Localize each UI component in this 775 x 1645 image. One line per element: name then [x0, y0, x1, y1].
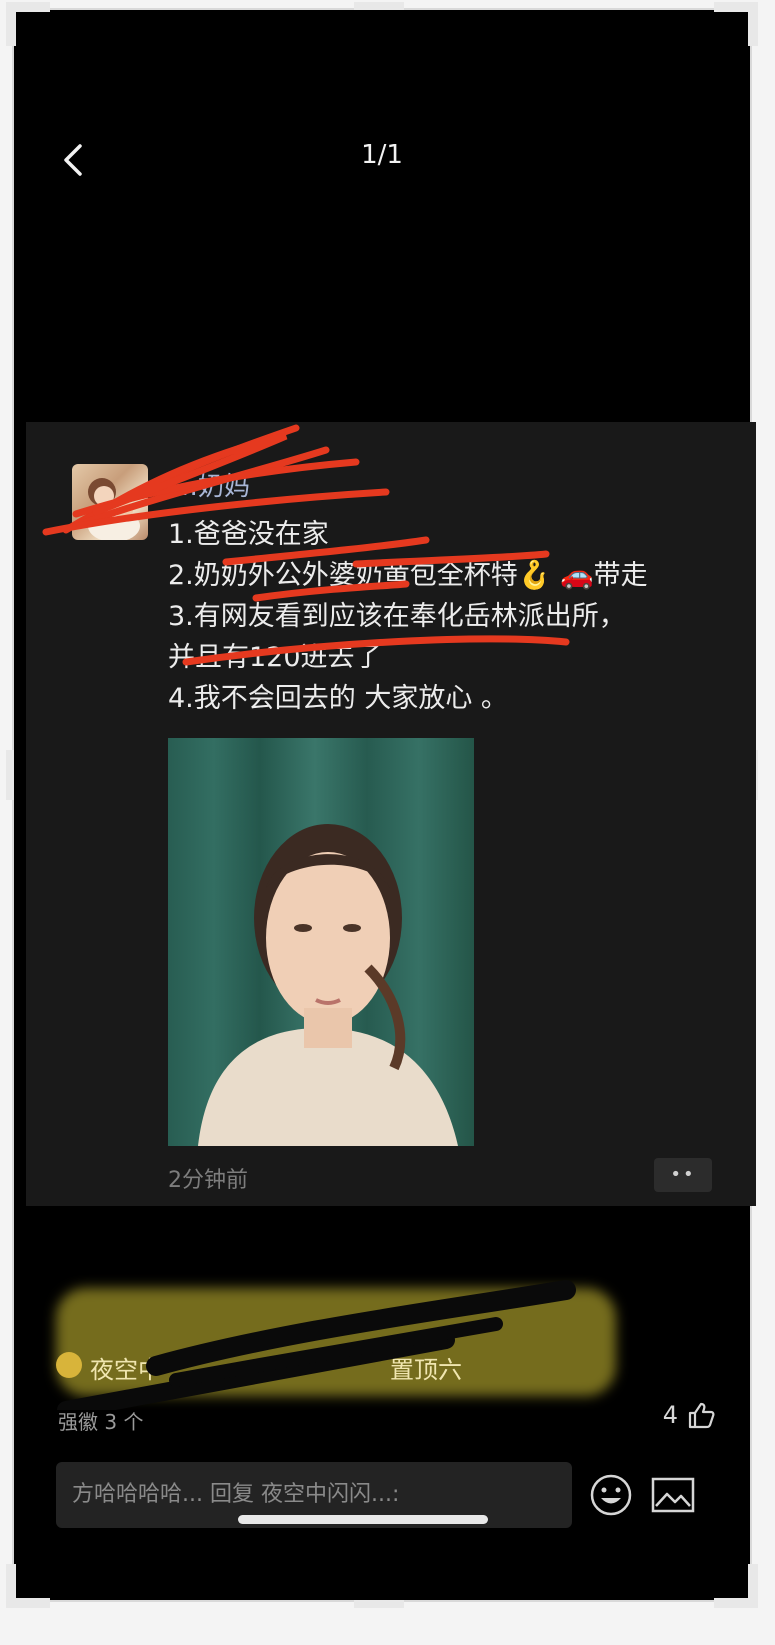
- image-icon: [651, 1477, 695, 1513]
- post-line: 4.我不会回去的 大家放心 。: [168, 683, 508, 714]
- moment-post: …奶妈 1.爸爸没在家 2.奶奶外公外婆奶黄包全杯特🪝 🚗带走 3.有网友看到应…: [26, 422, 756, 1206]
- crop-handle: [354, 2, 404, 10]
- page-counter: 1/1: [361, 140, 403, 170]
- more-actions-button[interactable]: ••: [654, 1158, 712, 1192]
- smiley-icon: [590, 1474, 632, 1516]
- post-body: 1.爸爸没在家 2.奶奶外公外婆奶黄包全杯特🪝 🚗带走 3.有网友看到应该在奉化…: [168, 514, 728, 719]
- viewer-header: 1/1: [14, 10, 750, 310]
- home-indicator[interactable]: [238, 1515, 488, 1524]
- emoji-button[interactable]: [588, 1472, 634, 1518]
- post-line: 1.爸爸没在家: [168, 519, 329, 550]
- post-line: 3.有网友看到应该在奉化岳林派出所，: [168, 601, 626, 632]
- thumbs-up-icon: [688, 1402, 715, 1429]
- screenshot-frame: 1/1 …奶妈 1.爸爸没在家 2.奶奶外公外婆奶黄包全杯特🪝 🚗带走 3.有网…: [6, 2, 758, 1608]
- post-line: 并且有120进去了: [168, 642, 382, 673]
- medal-icon: [56, 1352, 82, 1378]
- like-count: 4: [662, 1401, 678, 1429]
- like-button[interactable]: 4: [663, 1400, 716, 1430]
- crop-handle: [6, 750, 14, 800]
- post-username[interactable]: …奶妈: [172, 466, 250, 503]
- photo-content: [198, 824, 458, 1146]
- avatar-image: [88, 478, 140, 540]
- comment-meta: 强徽 3 个: [58, 1410, 144, 1434]
- post-line: 2.奶奶外公外婆奶黄包全杯特🪝 🚗带走: [168, 560, 648, 591]
- crop-handle: [354, 1600, 404, 1608]
- comment-text-tail: 置顶六: [390, 1356, 462, 1384]
- crop-corner: [748, 1564, 758, 1608]
- image-button[interactable]: [650, 1474, 696, 1516]
- comment-section: 夜空中 置顶六 强徽 3 个 4 方哈哈哈哈... 回复 夜空中闪闪...:: [26, 1270, 756, 1530]
- post-timestamp: 2分钟前: [168, 1168, 248, 1193]
- crop-corner: [6, 1564, 16, 1608]
- post-photo[interactable]: [168, 738, 474, 1146]
- comment-text: 夜空中 置顶六: [90, 1350, 462, 1385]
- comment-author[interactable]: 夜空中: [90, 1356, 162, 1384]
- avatar[interactable]: [72, 464, 148, 540]
